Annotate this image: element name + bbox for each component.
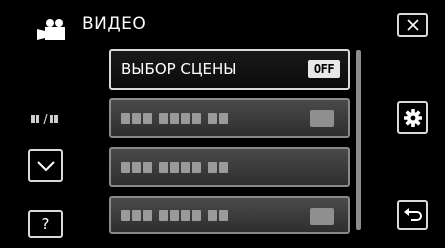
blurred-value	[310, 110, 334, 127]
video-camera-icon	[37, 19, 65, 40]
settings-button[interactable]	[397, 101, 428, 134]
close-button[interactable]	[397, 13, 428, 37]
menu-item-disabled	[109, 196, 350, 234]
help-button[interactable]: ?	[28, 210, 63, 238]
blurred-label	[121, 100, 228, 136]
scrollbar[interactable]	[356, 50, 361, 230]
menu-item-label: ВЫБОР СЦЕНЫ	[121, 60, 237, 78]
scroll-down-button[interactable]	[28, 149, 63, 182]
page-indicator-icon	[31, 114, 58, 124]
menu-item-disabled	[109, 147, 350, 187]
gear-icon	[403, 108, 422, 127]
return-arrow-icon	[403, 208, 422, 221]
blurred-label	[121, 198, 228, 232]
menu-item-disabled	[109, 98, 350, 138]
blurred-label	[121, 149, 228, 185]
page-title: ВИДЕО	[82, 14, 147, 34]
chevron-down-icon	[36, 160, 55, 171]
blurred-value	[310, 208, 334, 225]
close-icon	[406, 19, 419, 31]
help-label: ?	[41, 215, 50, 233]
back-button[interactable]	[397, 200, 428, 230]
status-badge: OFF	[308, 60, 340, 78]
menu-item-scene-select[interactable]: ВЫБОР СЦЕНЫ OFF	[109, 49, 350, 90]
